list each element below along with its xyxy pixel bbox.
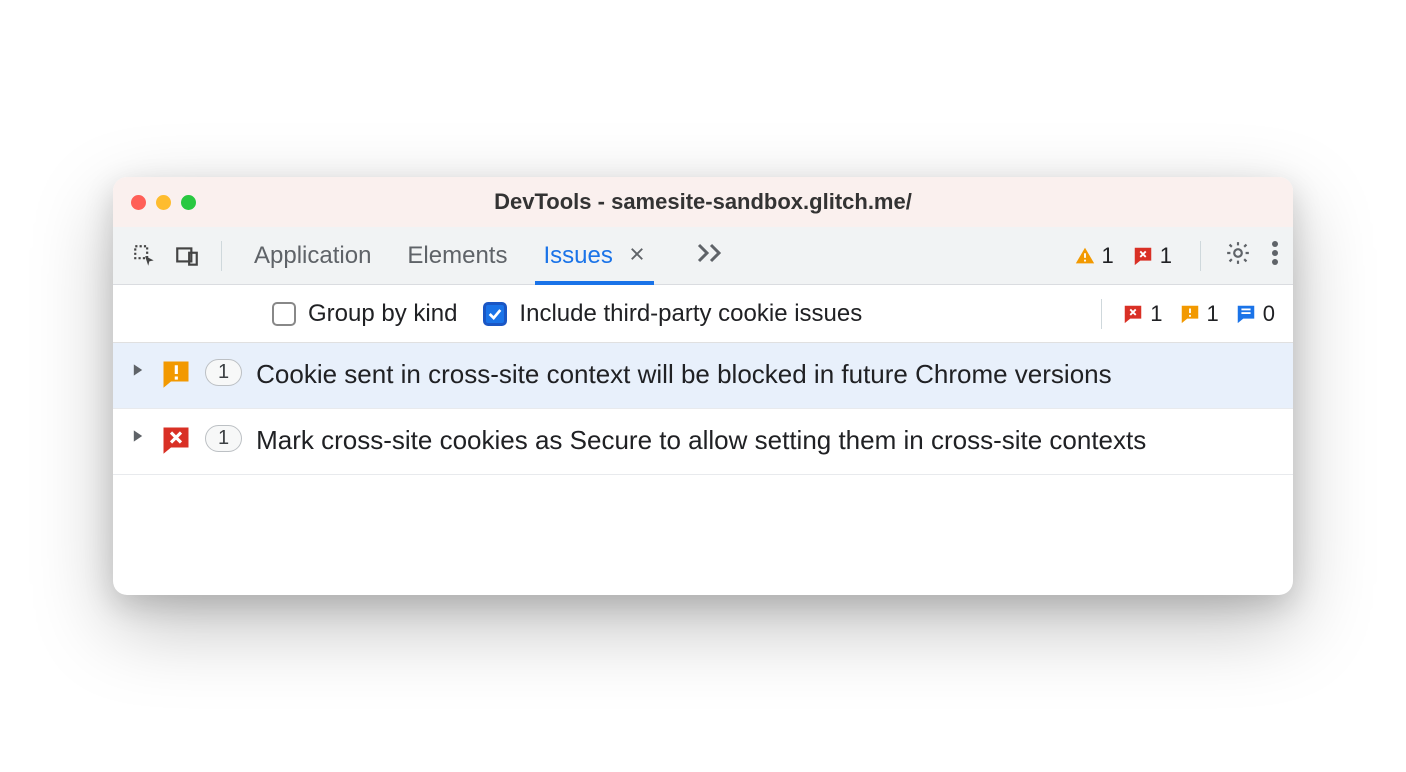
tab-application[interactable]: Application [250,230,375,282]
tab-issues[interactable]: Issues [539,230,649,282]
issue-count-badge: 1 [205,425,242,452]
close-tab-icon[interactable] [628,242,646,269]
titlebar: DevTools - samesite-sandbox.glitch.me/ [113,177,1293,227]
traffic-lights [131,195,196,210]
issue-row[interactable]: 1 Mark cross-site cookies as Secure to a… [113,409,1293,475]
error-count: 1 [1160,243,1172,269]
warning-bubble-icon [1179,303,1201,325]
tab-elements[interactable]: Elements [403,230,511,282]
toolbar-error-counter[interactable]: 1 [1132,243,1172,269]
devtools-window: DevTools - samesite-sandbox.glitch.me/ A… [113,177,1293,595]
inspect-element-icon[interactable] [127,238,163,274]
expand-icon[interactable] [131,429,147,448]
tab-issues-label: Issues [543,242,612,269]
filter-info-counter[interactable]: 0 [1235,301,1275,327]
separator [1101,299,1102,329]
info-bubble-icon [1235,303,1257,325]
filter-error-counter[interactable]: 1 [1122,301,1162,327]
maximize-window-button[interactable] [181,195,196,210]
panel-tabs: Application Elements Issues [250,230,724,282]
filter-warning-count: 1 [1207,301,1219,327]
group-by-kind-checkbox[interactable] [272,302,296,326]
include-third-party-checkbox[interactable] [483,302,507,326]
main-toolbar: Application Elements Issues 1 1 [113,227,1293,285]
warning-count: 1 [1102,243,1114,269]
issue-row[interactable]: 1 Cookie sent in cross-site context will… [113,343,1293,409]
more-tabs-icon[interactable] [696,243,724,268]
toolbar-warning-counter[interactable]: 1 [1074,243,1114,269]
close-window-button[interactable] [131,195,146,210]
minimize-window-button[interactable] [156,195,171,210]
more-options-icon[interactable] [1271,240,1279,271]
error-bubble-icon [1122,303,1144,325]
separator [221,241,222,271]
filter-info-count: 0 [1263,301,1275,327]
issue-title: Cookie sent in cross-site context will b… [256,357,1275,392]
filter-error-count: 1 [1150,301,1162,327]
group-by-kind-label[interactable]: Group by kind [308,300,457,328]
error-bubble-icon [1132,245,1154,267]
warning-triangle-icon [1074,245,1096,267]
device-toolbar-icon[interactable] [169,238,205,274]
separator [1200,241,1201,271]
issues-list: 1 Cookie sent in cross-site context will… [113,343,1293,475]
warning-bubble-icon [161,359,191,394]
expand-icon[interactable] [131,363,147,382]
issues-filter-bar: Group by kind Include third-party cookie… [113,285,1293,343]
error-bubble-icon [161,425,191,460]
empty-area [113,475,1293,595]
window-title: DevTools - samesite-sandbox.glitch.me/ [113,189,1293,215]
issue-title: Mark cross-site cookies as Secure to all… [256,423,1275,458]
issue-count-badge: 1 [205,359,242,386]
filter-warning-counter[interactable]: 1 [1179,301,1219,327]
filter-counters: 1 1 0 [1122,301,1279,327]
include-third-party-label[interactable]: Include third-party cookie issues [519,300,862,328]
settings-icon[interactable] [1225,240,1251,271]
